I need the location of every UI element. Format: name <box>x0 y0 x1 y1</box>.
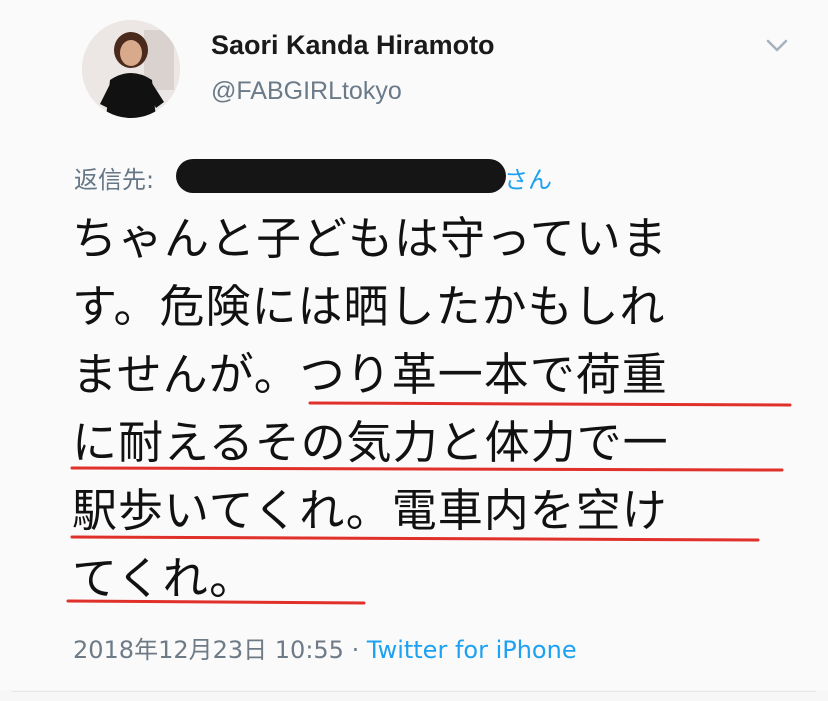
meta-separator: · <box>351 636 360 664</box>
avatar-image <box>82 20 180 118</box>
user-handle[interactable]: @FABGIRLtokyo <box>211 77 402 106</box>
tweet-text: ちゃんと子どもは守っていま す。危険には晒したかもしれ ませんが。つり革一本で荷… <box>72 205 792 613</box>
display-name[interactable]: Saori Kanda Hiramoto <box>211 30 495 61</box>
tweet-line: に耐えるその気力と体力で一 <box>72 416 669 469</box>
chevron-down-icon[interactable] <box>762 30 792 60</box>
avatar[interactable] <box>82 20 180 118</box>
reply-prefix: 返信先: <box>74 166 155 194</box>
tweet-line: ませんが。つり革一本で荷重 <box>72 348 668 401</box>
source-link[interactable]: Twitter for iPhone <box>367 636 577 664</box>
tweet-line: ちゃんと子どもは守っていま <box>72 212 668 265</box>
tweet-card: Saori Kanda Hiramoto @FABGIRLtokyo 返信先: … <box>0 0 828 690</box>
tweet-line: てくれ。 <box>72 552 256 605</box>
tweet-metadata: 2018年12月23日 10:55 · Twitter for iPhone <box>73 630 577 665</box>
timestamp[interactable]: 2018年12月23日 10:55 <box>73 636 344 664</box>
reply-mention-suffix[interactable]: さん <box>504 160 552 195</box>
divider <box>12 691 816 692</box>
tweet-line: す。危険には晒したかもしれ <box>72 280 666 333</box>
redaction-bar <box>176 159 506 193</box>
tweet-line: 駅歩いてくれ。電車内を空け <box>72 484 668 537</box>
